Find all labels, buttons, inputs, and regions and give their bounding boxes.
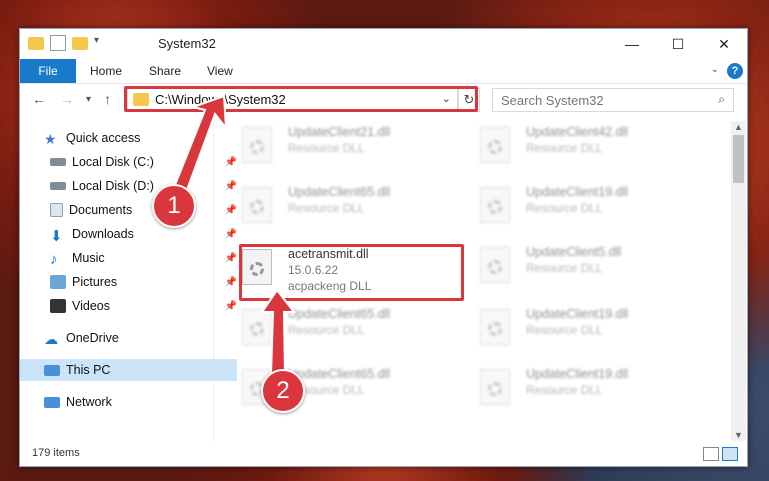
large-icons-view-icon[interactable] bbox=[722, 447, 738, 461]
address-highlight-box bbox=[124, 86, 478, 112]
tab-file[interactable]: File bbox=[20, 59, 76, 83]
sidebar-item-network[interactable]: Network bbox=[20, 391, 237, 413]
file-highlight-box bbox=[239, 244, 464, 301]
folder-icon bbox=[28, 36, 44, 50]
sidebar-item-local-disk-c[interactable]: Local Disk (C:) 📌 bbox=[20, 151, 243, 173]
details-view-icon[interactable] bbox=[703, 447, 719, 461]
recent-locations-icon[interactable]: ▾ bbox=[86, 94, 91, 105]
sidebar-item-onedrive[interactable]: ☁ OneDrive bbox=[20, 327, 237, 349]
explorer-window: ▾ System32 — ☐ ✕ File Home Share View ⌄ … bbox=[19, 28, 748, 467]
expand-ribbon-icon[interactable]: ⌄ bbox=[711, 64, 719, 75]
search-icon: ⌕ bbox=[718, 92, 725, 106]
window-title: System32 bbox=[158, 36, 216, 51]
drive-icon bbox=[50, 182, 66, 190]
scroll-down-icon[interactable]: ▼ bbox=[734, 430, 743, 440]
computer-icon bbox=[44, 364, 60, 376]
properties-icon[interactable] bbox=[50, 35, 66, 51]
forward-icon[interactable]: → bbox=[60, 91, 74, 107]
file-item[interactable]: UpdateClient65.dll Resource DLL bbox=[242, 183, 472, 229]
customize-toolbar-icon[interactable]: ▾ bbox=[94, 35, 110, 51]
sidebar-item-music[interactable]: ♪ Music 📌 bbox=[20, 247, 243, 269]
tab-share[interactable]: Share bbox=[149, 59, 181, 83]
documents-icon bbox=[50, 203, 63, 217]
quick-access-toolbar: ▾ bbox=[28, 35, 110, 51]
scroll-up-icon[interactable]: ▲ bbox=[734, 122, 743, 132]
dll-file-icon bbox=[480, 309, 510, 345]
cloud-icon: ☁ bbox=[44, 331, 58, 347]
sidebar-item-local-disk-d[interactable]: Local Disk (D:) 📌 bbox=[20, 175, 243, 197]
navigation-pane: ★ Quick access Local Disk (C:) 📌 Local D… bbox=[20, 121, 237, 441]
item-count: 179 items bbox=[32, 447, 80, 459]
scrollbar-thumb[interactable] bbox=[733, 135, 744, 183]
drive-icon bbox=[50, 158, 66, 166]
music-icon: ♪ bbox=[50, 251, 58, 268]
network-icon bbox=[44, 396, 60, 408]
sidebar-item-this-pc[interactable]: This PC bbox=[20, 359, 237, 381]
minimize-button[interactable]: — bbox=[609, 29, 655, 59]
sidebar-item-videos[interactable]: Videos 📌 bbox=[20, 295, 243, 317]
maximize-button[interactable]: ☐ bbox=[655, 29, 701, 59]
ribbon-tabs: File Home Share View ⌄ ? bbox=[20, 59, 747, 84]
download-icon: ⬇ bbox=[50, 228, 63, 245]
back-icon[interactable]: ← bbox=[32, 91, 46, 107]
dll-file-icon bbox=[480, 127, 510, 163]
search-input[interactable] bbox=[499, 89, 703, 111]
tab-home[interactable]: Home bbox=[90, 59, 122, 83]
file-item[interactable]: UpdateClient65.dll Resource DLL bbox=[242, 305, 472, 351]
dll-file-icon bbox=[480, 369, 510, 405]
callout-1: 1 bbox=[152, 184, 196, 228]
pictures-icon bbox=[50, 275, 66, 289]
dll-file-icon bbox=[242, 127, 272, 163]
file-item[interactable]: UpdateClient5.dll Resource DLL bbox=[480, 243, 710, 289]
sidebar-item-pictures[interactable]: Pictures 📌 bbox=[20, 271, 243, 293]
file-item[interactable]: UpdateClient19.dll Resource DLL bbox=[480, 365, 710, 411]
dll-file-icon bbox=[242, 187, 272, 223]
vertical-scrollbar[interactable]: ▲ ▼ bbox=[731, 121, 746, 441]
file-item[interactable]: UpdateClient21.dll Resource DLL bbox=[242, 123, 472, 169]
new-folder-icon[interactable] bbox=[72, 36, 88, 50]
dll-file-icon bbox=[480, 187, 510, 223]
file-item[interactable]: UpdateClient19.dll Resource DLL bbox=[480, 305, 710, 351]
up-icon[interactable]: ↑ bbox=[104, 91, 111, 107]
search-box[interactable]: ⌕ bbox=[492, 88, 734, 112]
help-icon[interactable]: ? bbox=[727, 63, 743, 79]
title-bar: ▾ System32 — ☐ ✕ bbox=[20, 29, 747, 59]
navigation-bar: ← → ▾ ↑ C:\Windows\System32 ⌄ ↻ ⌕ bbox=[20, 85, 747, 115]
file-item[interactable]: UpdateClient19.dll Resource DLL bbox=[480, 183, 710, 229]
file-item[interactable]: UpdateClient42.dll Resource DLL bbox=[480, 123, 710, 169]
videos-icon bbox=[50, 299, 66, 313]
sidebar-item-quick-access[interactable]: ★ Quick access bbox=[20, 127, 237, 149]
close-button[interactable]: ✕ bbox=[701, 29, 747, 59]
dll-file-icon bbox=[480, 247, 510, 283]
dll-file-icon bbox=[242, 309, 272, 345]
tab-view[interactable]: View bbox=[207, 59, 233, 83]
callout-2: 2 bbox=[261, 369, 305, 413]
status-bar: 179 items bbox=[20, 443, 747, 465]
sidebar-item-documents[interactable]: Documents 📌 bbox=[20, 199, 243, 221]
star-icon: ★ bbox=[44, 131, 57, 147]
sidebar-item-downloads[interactable]: ⬇ Downloads 📌 bbox=[20, 223, 243, 245]
